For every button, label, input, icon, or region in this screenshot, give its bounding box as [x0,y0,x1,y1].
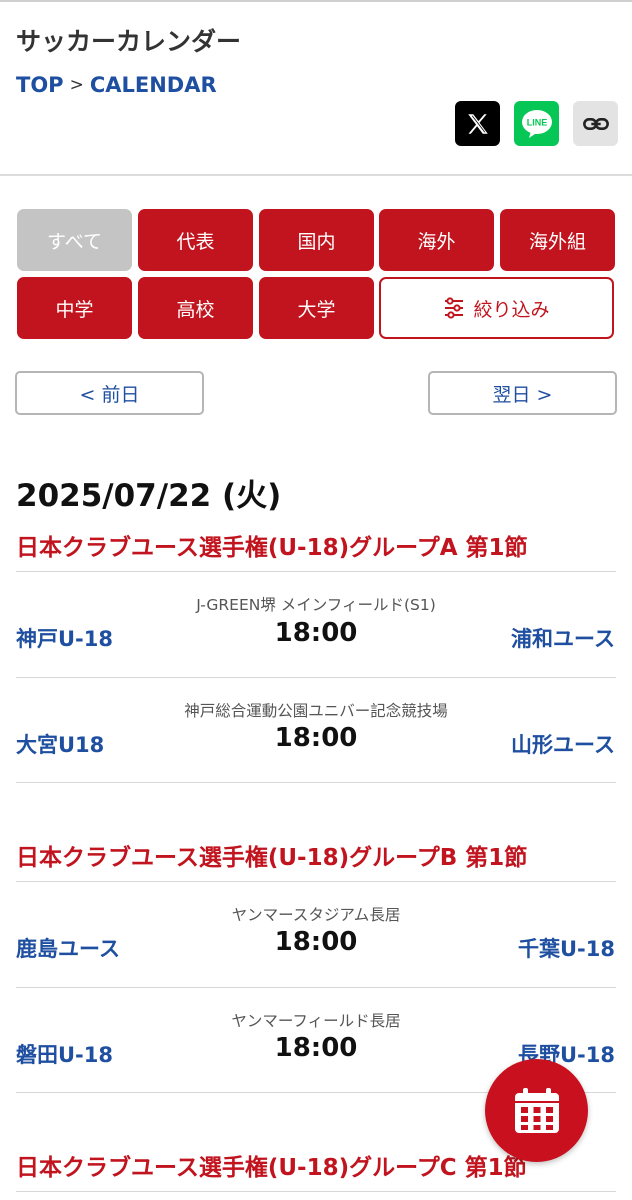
filter-university[interactable]: 大学 [259,277,374,339]
top-divider [0,0,632,2]
calendar-fab-button[interactable] [485,1059,588,1162]
match-venue: ヤンマーフィールド長居 [231,1012,401,1030]
share-line-button[interactable]: LINE [514,101,559,146]
home-team[interactable]: 神戸U-18 [16,623,113,653]
home-team[interactable]: 磐田U-18 [16,1039,113,1069]
prev-day-button[interactable]: < 前日 [15,371,204,415]
competition-title[interactable]: 日本クラブユース選手権(U-18)グループC 第1節 [16,1148,527,1182]
sliders-icon [445,297,464,319]
divider [16,571,616,572]
calendar-page: サッカーカレンダー TOP > CALENDAR LINE すべて 代表 国内 … [0,0,632,1200]
filter-all[interactable]: すべて [17,209,132,271]
next-day-button[interactable]: 翌日 > [428,371,617,415]
refine-filter-button[interactable]: 絞り込み [379,277,614,339]
breadcrumb-top-link[interactable]: TOP [16,73,64,97]
home-team[interactable]: 大宮U18 [16,729,104,759]
calendar-icon [514,1087,559,1133]
divider [16,782,616,783]
filter-overseas[interactable]: 海外 [379,209,494,271]
refine-filter-label: 絞り込み [473,298,550,321]
divider [16,881,616,882]
date-heading: 2025/07/22 (火) [16,478,282,514]
divider [16,677,616,678]
line-logo-icon: LINE [521,109,552,138]
divider [16,1191,616,1192]
away-team[interactable]: 千葉U-18 [518,933,615,963]
match-venue: ヤンマースタジアム長居 [231,906,401,924]
competition-title[interactable]: 日本クラブユース選手権(U-18)グループA 第1節 [16,528,528,562]
filter-domestic[interactable]: 国内 [259,209,374,271]
home-team[interactable]: 鹿島ユース [16,933,120,963]
away-team[interactable]: 山形ユース [511,729,615,759]
x-logo-icon [467,113,488,134]
link-icon [582,117,609,130]
filter-overseas-players[interactable]: 海外組 [500,209,615,271]
competition-title[interactable]: 日本クラブユース選手権(U-18)グループB 第1節 [16,838,527,872]
filter-junior-high[interactable]: 中学 [17,277,132,339]
away-team[interactable]: 浦和ユース [511,623,615,653]
line-logo-label: LINE [526,117,547,127]
page-title: サッカーカレンダー [16,27,242,56]
filter-national-team[interactable]: 代表 [138,209,253,271]
match-venue: J-GREEN堺 メインフィールド(S1) [196,596,436,614]
divider [16,987,616,988]
breadcrumb-calendar-link[interactable]: CALENDAR [90,73,217,97]
filter-high-school[interactable]: 高校 [138,277,253,339]
match-venue: 神戸総合運動公園ユニバー記念競技場 [184,702,448,720]
copy-link-button[interactable] [573,101,618,146]
breadcrumb: TOP > CALENDAR [16,73,217,97]
breadcrumb-separator: > [69,75,84,95]
share-x-button[interactable] [455,101,500,146]
header-divider [0,174,632,176]
